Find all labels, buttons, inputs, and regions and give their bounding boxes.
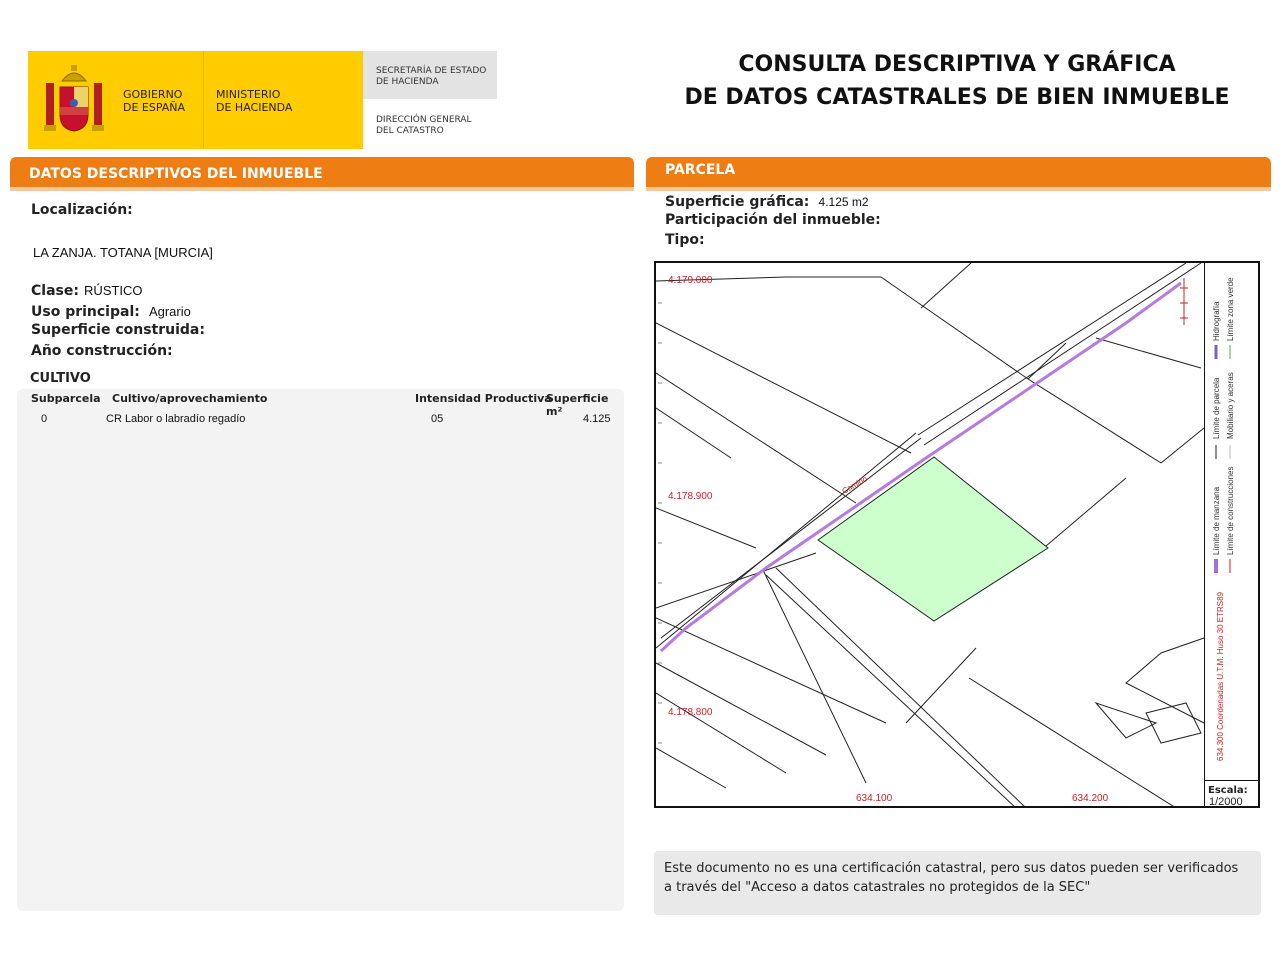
uso-field: Uso principal: Agrario — [31, 304, 191, 320]
coord-note: 634.300 Coordenadas U.T.M. Huso 30 ETRS8… — [1216, 591, 1225, 761]
superficie-grafica-field: Superficie gráfica: 4.125 m2 — [665, 194, 869, 210]
ministerio-text: MINISTERIO DE HACIENDA — [216, 88, 293, 114]
scale-box: Escala: 1/2000 — [1204, 780, 1260, 808]
gobierno-text: GOBIERNO DE ESPAÑA — [123, 88, 186, 114]
parcela-section-header: PARCELA — [646, 157, 1271, 191]
road-label: Camino — [841, 474, 870, 496]
superficie-construida-label: Superficie construida: — [31, 322, 205, 338]
legend-hidrografia: Hidrografía — [1212, 301, 1221, 341]
legend-construcciones: Límite de construcciones — [1226, 467, 1235, 556]
participacion-label: Participación del inmueble: — [665, 212, 881, 228]
localizacion-value: LA ZANJA. TOTANA [MURCIA] — [33, 245, 213, 260]
superficie-cell: 4.125 — [583, 413, 611, 425]
legend-zona-verde: Límite zona verde — [1226, 277, 1235, 341]
page-title: CONSULTA DESCRIPTIVA Y GRÁFICA DE DATOS … — [684, 52, 1230, 110]
coat-of-arms-icon — [44, 65, 104, 132]
direccion-general-text: DIRECCIÓN GENERAL DEL CATASTRO — [376, 115, 472, 136]
map-legend: Hidrografía Límite zona verde Límite de … — [1204, 261, 1260, 781]
legend-parcela: Límite de parcela — [1212, 377, 1221, 439]
gobierno-logo: GOBIERNO DE ESPAÑA MINISTERIO DE HACIENDA — [28, 51, 363, 149]
anio-construccion-label: Año construcción: — [31, 343, 173, 359]
subparcela-cell: 0 — [41, 413, 48, 425]
coord-y-label: 4.178.800 — [668, 707, 713, 718]
intensidad-cell: 05 — [431, 413, 444, 425]
map-drawing: 4.179.000 4.178.900 4.178.800 634.100 63… — [656, 263, 1205, 806]
legend-manzana: Límite de manzana — [1212, 486, 1221, 555]
north-arrow-icon — [1180, 278, 1188, 325]
scale-label: Escala: — [1208, 785, 1248, 796]
cultivo-table: Subparcela Cultivo/aprovechamiento Inten… — [17, 389, 624, 911]
secretaria-box: SECRETARÍA DE ESTADO DE HACIENDA — [363, 51, 497, 99]
disclaimer-note: Este documento no es una certificación c… — [654, 851, 1261, 915]
uso-value: Agrario — [148, 304, 191, 319]
datos-section-header: DATOS DESCRIPTIVOS DEL INMUEBLE — [10, 157, 634, 191]
coord-x-label: 634.100 — [856, 793, 893, 804]
legend-mobiliario: Mobiliario y aceras — [1226, 372, 1235, 439]
column-header: Cultivo/aprovechamiento — [112, 392, 268, 405]
column-header: Intensidad Productiva — [415, 392, 552, 405]
coord-x-label: 634.200 — [1072, 793, 1109, 804]
clase-value: RÚSTICO — [84, 283, 143, 298]
column-header: Subparcela — [31, 392, 101, 405]
coord-y-label: 4.179.000 — [668, 275, 713, 286]
coord-y-label: 4.178.900 — [668, 491, 713, 502]
localizacion-label: Localización: — [31, 202, 133, 218]
superficie-grafica-value: 4.125 m2 — [818, 195, 869, 209]
cadastral-map[interactable]: 4.179.000 4.178.900 4.178.800 634.100 63… — [654, 261, 1260, 808]
cultivo-cell: CR Labor o labradío regadío — [106, 413, 246, 425]
tipo-label: Tipo: — [665, 232, 705, 248]
scale-value: 1/2000 — [1209, 796, 1243, 808]
clase-field: Clase: RÚSTICO — [31, 283, 143, 299]
cultivo-title: CULTIVO — [30, 371, 91, 386]
